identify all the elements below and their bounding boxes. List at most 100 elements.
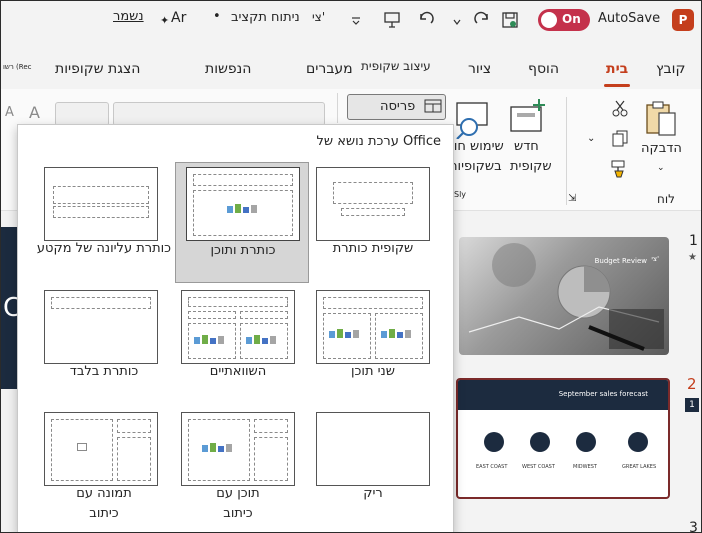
layout-thumbnail [44, 167, 158, 241]
new-slide-label-2[interactable]: שקופית [510, 159, 552, 174]
new-slide-label[interactable]: חדש [514, 139, 539, 154]
text-placeholder [117, 437, 151, 481]
present-icon[interactable] [381, 9, 403, 31]
layout-title-slide[interactable]: שקופית כותרת [306, 165, 440, 284]
gallery-title: ערכת נושא של Office [316, 134, 442, 149]
layout-title-and-content[interactable]: כותרת ותוכן [175, 162, 309, 283]
ribbon-tabs: קובץ בית הוסף ציור עיצוב שקופית מעברים ה… [1, 41, 701, 89]
title-placeholder [188, 297, 288, 307]
layout-label: ריק [363, 486, 383, 501]
layout-label-line2: כיתוב [223, 506, 253, 521]
subtitle-placeholder [341, 208, 405, 216]
chevron-down-icon[interactable]: ⌄ [587, 133, 595, 144]
comment-badge[interactable]: 1 [685, 398, 699, 412]
chevron-down-icon[interactable] [453, 15, 461, 25]
content-icons [246, 335, 276, 344]
layout-label: כותרת עליונה של מקטע [36, 241, 172, 256]
copy-icon[interactable] [611, 129, 629, 147]
slides-group-label: Sly [454, 190, 467, 199]
title-placeholder [117, 419, 151, 433]
doc-initial: צי' [312, 10, 326, 24]
save-icon[interactable] [499, 9, 521, 31]
title-placeholder [193, 174, 293, 186]
layout-two-content[interactable]: שני תוכן [306, 288, 440, 407]
layout-content-with-caption[interactable]: תוכן עם כיתוב [171, 410, 305, 529]
thumbnail-title: September sales forecast [558, 390, 648, 398]
globe-icon [484, 432, 504, 452]
layout-label: כותרת בלבד [69, 364, 139, 379]
saved-status[interactable]: נשמר [113, 9, 144, 24]
sparkle-icon: ✦ [160, 14, 170, 27]
layout-thumbnail [44, 290, 158, 364]
tab-record[interactable]: רשו (Rec [3, 63, 32, 71]
autosave-state: On [562, 12, 581, 26]
decrease-font-icon[interactable]: A [5, 105, 14, 120]
layout-gallery: ערכת נושא של Office שקופית כותרת כותרת ו… [17, 124, 454, 532]
tab-design[interactable]: עיצוב שקופית [361, 59, 431, 73]
layout-label: השוואתיים [209, 364, 267, 379]
region-caption: WEST COAST [522, 464, 555, 470]
increase-font-icon[interactable]: A [29, 103, 40, 122]
title-placeholder [333, 182, 413, 204]
picture-icon [77, 443, 87, 451]
title-separator: • [213, 9, 221, 24]
layout-section-header[interactable]: כותרת עליונה של מקטע [34, 165, 174, 284]
paste-label[interactable]: הדבקה [641, 141, 682, 156]
tab-draw[interactable]: ציור [468, 61, 491, 77]
font-name-combo[interactable] [113, 102, 325, 126]
title-placeholder [53, 186, 149, 204]
layout-button[interactable]: פריסה [347, 94, 446, 120]
content-placeholder [193, 190, 293, 236]
layout-blank[interactable]: ריק [306, 410, 440, 529]
star-icon: ★ [688, 252, 697, 263]
region-caption: EAST COAST [476, 464, 508, 470]
tab-transitions[interactable]: מעברים [306, 61, 353, 77]
content-icons [194, 335, 224, 344]
title-placeholder [51, 297, 151, 309]
font-size-combo[interactable] [55, 102, 109, 126]
layout-thumbnail [44, 412, 158, 486]
chevron-down-icon[interactable]: ⌄ [657, 163, 665, 173]
redo-icon[interactable] [471, 9, 493, 31]
text-placeholder [53, 206, 149, 218]
layout-thumbnail [186, 167, 300, 241]
customize-qat-icon[interactable] [351, 15, 361, 25]
mountain-icon [628, 432, 648, 452]
layout-thumbnail [181, 290, 295, 364]
autosave-toggle[interactable]: On [538, 9, 590, 31]
tab-animations[interactable]: הנפשות [205, 61, 251, 77]
layout-picture-with-caption[interactable]: תמונה עם כיתוב [34, 410, 174, 529]
undo-icon[interactable] [415, 9, 437, 31]
group-divider [337, 93, 338, 123]
tab-home[interactable]: בית [606, 61, 628, 77]
layout-icon [424, 99, 442, 113]
layout-thumbnail [316, 167, 430, 241]
slide-number: 1 [689, 233, 698, 249]
tab-insert[interactable]: הוסף [528, 61, 559, 77]
toggle-knob [541, 12, 557, 28]
reuse-slides-label-2[interactable]: בשקופיות [449, 159, 502, 174]
new-slide-icon[interactable] [507, 97, 549, 139]
layout-title-only[interactable]: כותרת בלבד [34, 288, 174, 407]
app-window: P AutoSave On צי' ניתוח תקציב • Ar ✦ נשמ… [0, 0, 702, 533]
title-bar: P AutoSave On צי' ניתוח תקציב • Ar ✦ נשמ… [1, 1, 701, 41]
thumbnail-title: Budget Review [594, 257, 647, 265]
layout-comparison[interactable]: השוואתיים [171, 288, 305, 407]
paste-icon[interactable] [643, 99, 679, 139]
autosave-label: AutoSave [598, 11, 661, 26]
reuse-slides-icon[interactable] [453, 97, 495, 140]
slide-number: 3 [689, 520, 698, 533]
slide-thumbnail-2[interactable]: September sales forecast GREAT LAKES MID… [456, 378, 670, 499]
layout-label: פריסה [380, 99, 416, 114]
slide-thumbnail-1[interactable]: Budget Review צי' [459, 237, 669, 355]
content-icons [227, 204, 257, 213]
document-name[interactable]: ניתוח תקציב [231, 10, 300, 25]
format-painter-icon[interactable] [609, 159, 629, 179]
region-caption: MIDWEST [573, 464, 597, 470]
tab-slideshow[interactable]: הצגת שקופיות [55, 61, 140, 77]
dialog-launcher-icon[interactable]: ⇲ [568, 193, 576, 204]
content-icons [329, 329, 359, 338]
cut-icon[interactable] [611, 99, 629, 117]
title-placeholder [323, 297, 423, 309]
tab-file[interactable]: קובץ [656, 61, 685, 77]
